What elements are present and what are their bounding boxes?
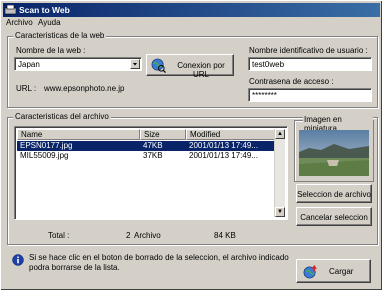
window-title: Scan to Web [19, 5, 70, 15]
dropdown-arrow-button[interactable] [130, 59, 140, 69]
file-group-legend: Caracteristicas del archivo [13, 112, 111, 121]
cancel-selection-button-label: Cancelar seleccion [300, 213, 368, 222]
total-label: Total : [48, 231, 70, 240]
file-size: 37KB [143, 151, 163, 160]
menu-file[interactable]: Archivo [6, 18, 33, 27]
column-header-modified[interactable]: Modified [186, 129, 275, 140]
file-modified: 2001/01/13 17:49... [189, 151, 258, 160]
url-label: URL : [16, 84, 37, 93]
total-unit: Archivo [134, 231, 161, 240]
user-id-input[interactable]: test0web [248, 57, 372, 71]
web-name-value: Japan [18, 60, 40, 69]
cancel-selection-button[interactable]: Cancelar seleccion [296, 207, 372, 226]
info-text: Si se hace clic en el boton de borrado d… [29, 253, 289, 272]
total-count: 2 [126, 231, 131, 240]
info-icon [12, 254, 24, 266]
web-name-label: Nombre de la web : [16, 46, 86, 55]
password-input[interactable]: ******** [248, 88, 372, 102]
scroll-down-arrow-icon[interactable]: ▼ [275, 207, 285, 217]
file-row[interactable]: EPSN0177.jpg 47KB 2001/01/13 17:49... [17, 141, 275, 151]
file-name: MIL55009.jpg [20, 151, 69, 160]
column-header-name[interactable]: Name [17, 129, 140, 140]
menu-bar: Archivo Ayuda [3, 17, 380, 29]
thumbnail-frame: Imagen en miniatura [294, 115, 374, 182]
connect-button-label: Conexion por URL [177, 61, 225, 79]
scan-to-web-window: Scan to Web Archivo Ayuda Caracteristica… [0, 0, 383, 291]
vertical-scrollbar[interactable]: ▲ ▼ [274, 129, 285, 217]
globe-search-icon [151, 58, 166, 73]
user-id-label: Nombre identificativo de usuario : [249, 46, 368, 55]
web-name-select[interactable]: Japan [14, 57, 142, 71]
thumbnail-image [299, 130, 369, 176]
scroll-up-arrow-icon[interactable]: ▲ [275, 129, 285, 139]
web-characteristics-group: Caracteristicas de la web Nombre de la w… [7, 31, 378, 108]
file-list[interactable]: Name Size Modified EPSN0177.jpg 47KB 200… [14, 126, 288, 220]
file-size: 47KB [143, 141, 163, 150]
total-size: 84 KB [214, 231, 236, 240]
select-file-button[interactable]: Seleccion de archivo [296, 184, 372, 203]
user-id-value: test0web [252, 60, 285, 69]
select-file-button-label: Seleccion de archivo [297, 190, 371, 199]
file-characteristics-group: Caracteristicas del archivo Name Size Mo… [7, 112, 378, 245]
scanner-app-icon [5, 5, 16, 15]
chevron-down-icon [133, 63, 137, 66]
menu-help[interactable]: Ayuda [38, 18, 61, 27]
connect-by-url-button[interactable]: Conexion por URL [146, 54, 234, 79]
file-name: EPSN0177.jpg [20, 141, 73, 150]
file-modified: 2001/01/13 17:49... [189, 141, 258, 150]
file-row[interactable]: MIL55009.jpg 37KB 2001/01/13 17:49... [17, 151, 275, 161]
upload-button[interactable]: Cargar [296, 259, 371, 283]
upload-icon [303, 264, 318, 279]
column-header-size[interactable]: Size [140, 129, 186, 140]
web-group-legend: Caracteristicas de la web [13, 31, 107, 40]
password-label: Contrasena de acceso : [249, 77, 334, 86]
password-value: ******** [252, 91, 277, 100]
title-bar: Scan to Web [3, 3, 380, 17]
upload-button-label: Cargar [329, 267, 354, 276]
url-value: www.epsonphoto.ne.jp [44, 84, 125, 93]
